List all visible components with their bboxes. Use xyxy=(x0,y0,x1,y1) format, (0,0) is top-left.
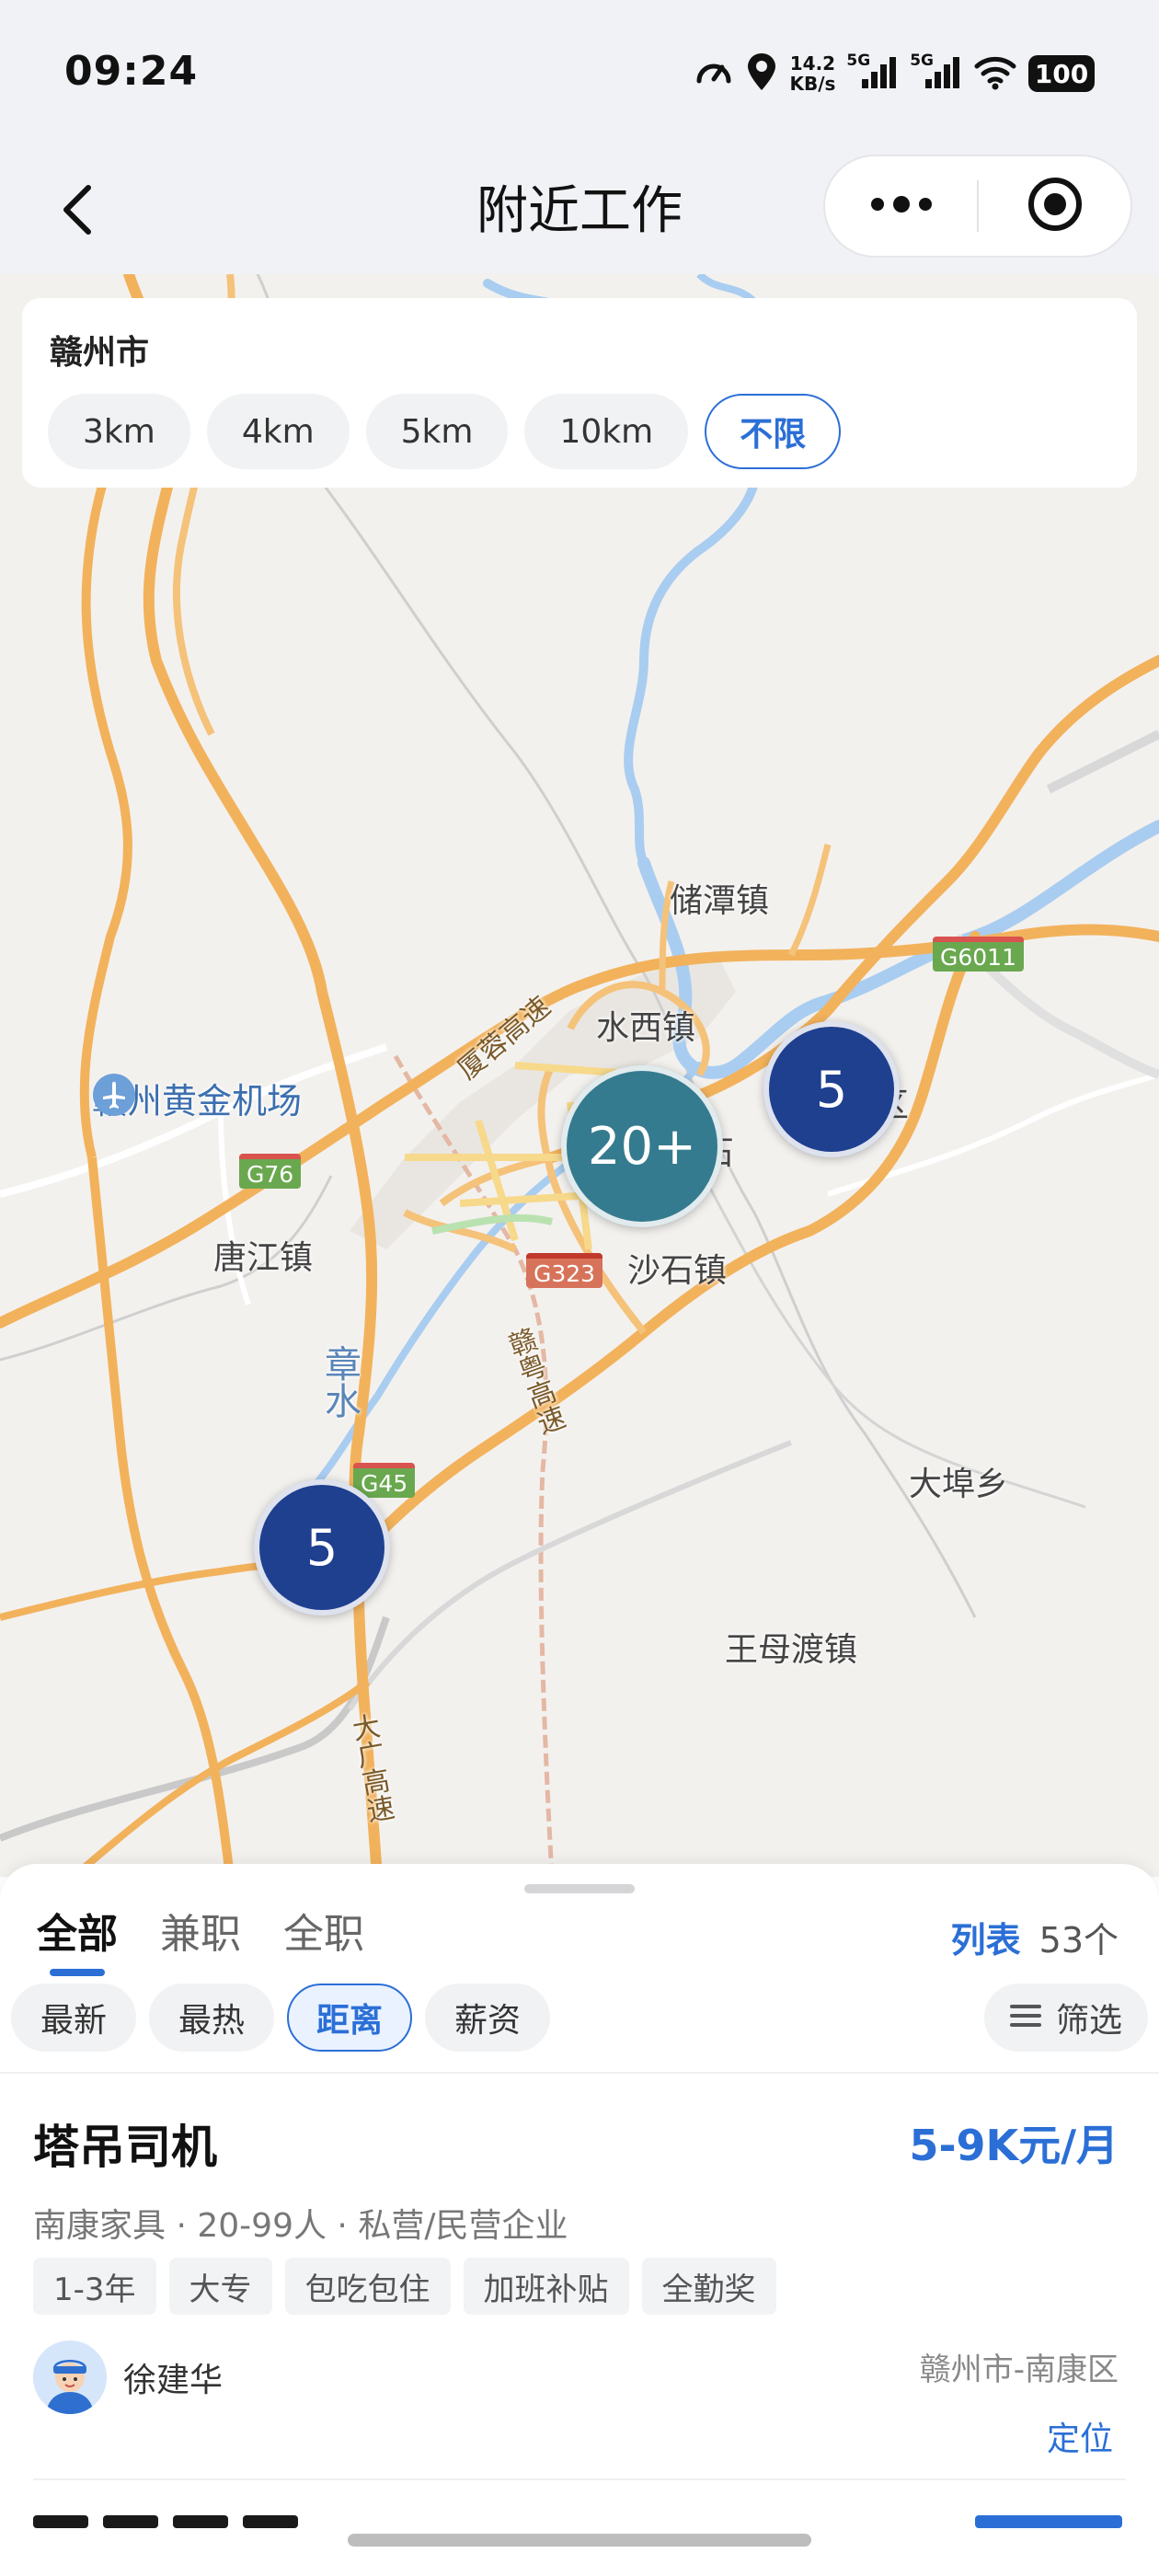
list-view-link[interactable]: 列表 xyxy=(951,1912,1021,1962)
tab-all[interactable]: 全部 xyxy=(37,1901,118,1976)
battery-level: 100 xyxy=(1034,58,1089,89)
status-bar: 09:24 14.2 KB/s 5G 5G 100 xyxy=(0,0,1159,147)
battery-icon: 100 xyxy=(1028,55,1095,92)
more-dots-icon xyxy=(868,193,935,219)
company-type: 私营/民营企业 xyxy=(358,2207,568,2245)
job-cluster-center[interactable]: 20+ xyxy=(561,1065,723,1227)
recruiter: 徐建华 xyxy=(33,2340,223,2414)
highway-shield-g76: G76 xyxy=(239,1154,302,1189)
next-job-card-peek xyxy=(33,2508,1126,2528)
highway-shield-g323: G323 xyxy=(526,1253,603,1288)
job-location: 赣州市-南康区 xyxy=(919,2352,1119,2388)
job-count: 53个 xyxy=(1039,1920,1119,1961)
sort-distance[interactable]: 距离 xyxy=(287,1984,413,2052)
sort-hottest[interactable]: 最热 xyxy=(149,1984,275,2052)
divider xyxy=(33,2478,1126,2480)
job-cluster-southwest[interactable]: 5 xyxy=(254,1479,390,1616)
sim1-label: 5G xyxy=(846,52,871,70)
sim2-label: 5G xyxy=(910,52,934,70)
meta-separator: · xyxy=(176,2207,198,2245)
distance-filter-card: 赣州市 3km 4km 5km 10km 不限 xyxy=(22,298,1137,488)
place-dabu: 大埠乡 xyxy=(909,1466,1009,1503)
tab-full-time[interactable]: 全职 xyxy=(283,1901,364,1976)
distance-option-10km[interactable]: 10km xyxy=(524,394,689,469)
filter-button[interactable]: 筛选 xyxy=(983,1984,1148,2052)
job-tag: 大专 xyxy=(168,2258,272,2315)
close-mini-program-button[interactable] xyxy=(979,156,1130,256)
sort-salary[interactable]: 薪资 xyxy=(425,1984,551,2052)
list-count-area: 列表 53个 xyxy=(951,1912,1119,1962)
job-title: 塔吊司机 xyxy=(33,2121,217,2174)
river-label: 章水 xyxy=(318,1345,361,1419)
company-size: 20-99人 xyxy=(197,2207,327,2245)
job-cluster-east[interactable]: 5 xyxy=(763,1021,900,1157)
job-list-sheet: 全部 兼职 全职 列表 53个 最新 最热 距离 薪资 筛选 塔吊司机 5-9K… xyxy=(0,1864,1159,2576)
filter-lines-icon xyxy=(1009,1999,1041,2037)
tab-part-time[interactable]: 兼职 xyxy=(160,1901,241,1976)
avatar xyxy=(33,2340,107,2414)
sort-newest[interactable]: 最新 xyxy=(11,1984,137,2052)
place-shashi: 沙石镇 xyxy=(627,1252,728,1290)
mini-program-capsule xyxy=(823,155,1132,258)
distance-option-3km[interactable]: 3km xyxy=(48,394,190,469)
more-button[interactable] xyxy=(825,156,977,256)
job-tag: 1-3年 xyxy=(33,2258,156,2315)
net-speed-unit: KB/s xyxy=(789,73,836,95)
city-name: 赣州市 xyxy=(50,334,150,372)
locate-button[interactable]: 定位 xyxy=(1027,2412,1119,2460)
job-tags: 1-3年 大专 包吃包住 加班补贴 全勤奖 xyxy=(33,2258,776,2315)
drag-handle[interactable] xyxy=(524,1884,635,1893)
job-type-tabs: 全部 兼职 全职 xyxy=(37,1901,364,1976)
speedometer-icon xyxy=(694,52,734,96)
title-bar: 附近工作 xyxy=(0,147,1159,276)
place-tangjiang: 唐江镇 xyxy=(213,1239,314,1277)
net-speed: 14.2 KB/s xyxy=(789,53,835,94)
place-shuixi: 水西镇 xyxy=(596,1009,696,1047)
job-salary: 5-9K元/月 xyxy=(909,2121,1119,2170)
meta-separator: · xyxy=(337,2207,359,2245)
sort-options: 最新 最热 距离 薪资 xyxy=(11,1984,551,2052)
distance-option-unlimited[interactable]: 不限 xyxy=(705,394,842,469)
distance-option-4km[interactable]: 4km xyxy=(206,394,350,469)
location-pin-icon xyxy=(745,52,778,96)
highway-shield-g6011: G6011 xyxy=(933,937,1024,972)
distance-option-5km[interactable]: 5km xyxy=(365,394,509,469)
job-tag: 包吃包住 xyxy=(284,2258,451,2315)
place-chutan: 储潭镇 xyxy=(670,882,770,920)
wifi-icon xyxy=(973,53,1017,94)
filter-label: 筛选 xyxy=(1055,2002,1122,2040)
status-icons: 14.2 KB/s 5G 5G 100 xyxy=(694,51,1095,97)
target-close-icon xyxy=(1026,175,1084,237)
job-company-meta: 南康家具 · 20-99人 · 私营/民营企业 xyxy=(33,2199,568,2247)
job-card[interactable]: 塔吊司机 5-9K元/月 南康家具 · 20-99人 · 私营/民营企业 1-3… xyxy=(0,2074,1159,2480)
home-indicator[interactable] xyxy=(348,2534,811,2547)
recruiter-name: 徐建华 xyxy=(123,2362,224,2399)
signal-sim1: 5G xyxy=(846,52,899,92)
company-name: 南康家具 xyxy=(33,2207,166,2245)
distance-options: 3km 4km 5km 10km 不限 xyxy=(48,394,842,469)
job-tag: 加班补贴 xyxy=(463,2258,629,2315)
signal-sim2: 5G xyxy=(910,52,962,92)
job-tag: 全勤奖 xyxy=(641,2258,776,2315)
map-view[interactable]: 储潭镇 水西镇 赣州黄金机场 唐江镇 沙石镇 大埠乡 王母渡镇 章水 区 石 厦… xyxy=(0,274,1159,1877)
place-airport[interactable]: 赣州黄金机场 xyxy=(92,1073,320,1123)
place-wangmudu: 王母渡镇 xyxy=(725,1631,858,1669)
net-speed-value: 14.2 xyxy=(789,52,836,75)
status-time: 09:24 xyxy=(64,48,199,95)
